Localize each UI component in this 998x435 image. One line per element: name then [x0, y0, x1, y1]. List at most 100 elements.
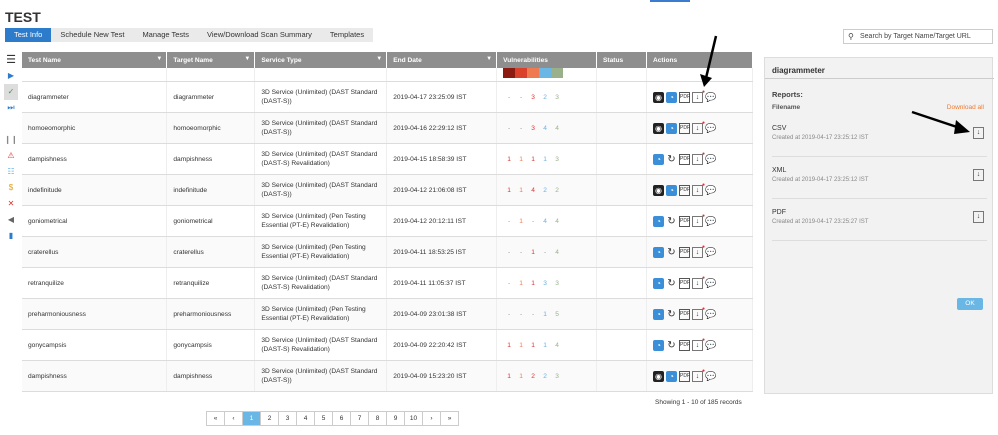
table-row[interactable]: goniometrical goniometrical 3D Service (Un…: [22, 205, 753, 237]
table-row[interactable]: indefinitude indefinitude 3D Service (Unli…: [22, 174, 753, 206]
download-icon[interactable]: ↓ ●: [692, 182, 705, 196]
page-button[interactable]: 6: [332, 411, 351, 426]
page-button[interactable]: ›: [422, 411, 441, 426]
report-chart-icon[interactable]: ◔: [653, 339, 664, 351]
download-icon[interactable]: ↓ ●: [692, 89, 705, 103]
download-icon[interactable]: ↓ ●: [692, 337, 705, 351]
camera-icon[interactable]: ◉: [653, 184, 664, 196]
page-button[interactable]: 5: [314, 411, 333, 426]
page-button[interactable]: 3: [278, 411, 297, 426]
test-name-cell[interactable]: indefinitude: [22, 174, 168, 206]
download-icon[interactable]: ↓: [973, 211, 984, 223]
page-button[interactable]: 1: [242, 411, 261, 426]
download-icon[interactable]: ↓ ●: [692, 120, 705, 134]
table-row[interactable]: homoeomorphic homoeomorphic 3D Service (Un…: [22, 112, 753, 144]
pdf-icon[interactable]: PDF: [679, 122, 690, 134]
tab-0[interactable]: Test Info: [5, 28, 52, 42]
table-row[interactable]: preharmoniousness preharmoniousness 3D Ser…: [22, 298, 753, 330]
test-name-cell[interactable]: dampishness: [22, 143, 168, 175]
report-chart-icon[interactable]: ◔: [666, 370, 677, 382]
comment-icon[interactable]: 💬: [705, 371, 716, 382]
refresh-icon[interactable]: ↻: [666, 278, 677, 289]
page-button[interactable]: «: [206, 411, 225, 426]
pdf-icon[interactable]: PDF: [679, 339, 690, 351]
report-chart-icon[interactable]: ◔: [653, 277, 664, 289]
test-name-cell[interactable]: retranquilize: [22, 267, 168, 299]
column-header[interactable]: End Date ▼: [386, 52, 498, 68]
download-icon[interactable]: ↓ ●: [692, 213, 705, 227]
sort-arrow-icon[interactable]: ▼: [156, 56, 162, 62]
download-icon[interactable]: ↓: [973, 169, 984, 181]
report-chart-icon[interactable]: ◔: [666, 184, 677, 196]
column-header[interactable]: Target Name ▼: [166, 52, 256, 68]
cancel-icon[interactable]: ✕: [4, 196, 18, 212]
tab-2[interactable]: Manage Tests: [133, 28, 198, 42]
comment-icon[interactable]: 💬: [705, 123, 716, 134]
skip-icon[interactable]: ⏭: [4, 100, 18, 116]
menu-icon[interactable]: ☰: [4, 52, 18, 68]
column-header[interactable]: Status: [596, 52, 647, 68]
test-name-cell[interactable]: gonycampsis: [22, 329, 168, 361]
comment-icon[interactable]: 💬: [705, 247, 716, 258]
document-icon[interactable]: ▮: [4, 228, 18, 244]
ok-button[interactable]: OK: [957, 298, 983, 310]
check-icon[interactable]: ✓: [4, 84, 18, 100]
comment-icon[interactable]: 💬: [705, 340, 716, 351]
pdf-icon[interactable]: PDF: [679, 277, 690, 289]
refresh-icon[interactable]: ↻: [666, 247, 677, 258]
page-button[interactable]: »: [440, 411, 459, 426]
report-chart-icon[interactable]: ◔: [653, 308, 664, 320]
page-button[interactable]: 7: [350, 411, 369, 426]
table-row[interactable]: dampishness dampishness 3D Service (Unlimi…: [22, 360, 753, 392]
test-name-cell[interactable]: preharmoniousness: [22, 298, 168, 330]
refresh-icon[interactable]: ↻: [666, 309, 677, 320]
pause-icon[interactable]: ❙❙: [4, 132, 18, 148]
warning-icon[interactable]: ⚠: [4, 148, 18, 164]
table-row[interactable]: craterellus craterellus 3D Service (Unlimi…: [22, 236, 753, 268]
sort-arrow-icon[interactable]: ▼: [376, 56, 382, 62]
report-chart-icon[interactable]: ◔: [653, 246, 664, 258]
play-icon[interactable]: ▶: [4, 68, 18, 84]
comment-icon[interactable]: 💬: [705, 185, 716, 196]
camera-icon[interactable]: ◉: [653, 91, 664, 103]
table-row[interactable]: diagrammeter diagrammeter 3D Service (Unli…: [22, 81, 753, 113]
page-button[interactable]: 4: [296, 411, 315, 426]
report-chart-icon[interactable]: ◔: [653, 153, 664, 165]
comment-icon[interactable]: 💬: [705, 278, 716, 289]
comment-icon[interactable]: 💬: [705, 216, 716, 227]
tab-1[interactable]: Schedule New Test: [51, 28, 133, 42]
sort-arrow-icon[interactable]: ▼: [244, 56, 250, 62]
page-button[interactable]: ‹: [224, 411, 243, 426]
volume-icon[interactable]: ◀: [4, 212, 18, 228]
download-icon[interactable]: ↓ ●: [692, 151, 705, 165]
column-header[interactable]: Test Name ▼: [22, 52, 168, 68]
comment-icon[interactable]: 💬: [705, 154, 716, 165]
test-name-cell[interactable]: goniometrical: [22, 205, 168, 237]
comment-icon[interactable]: 💬: [705, 309, 716, 320]
download-icon[interactable]: ↓: [973, 127, 984, 139]
pdf-icon[interactable]: PDF: [679, 308, 690, 320]
pdf-icon[interactable]: PDF: [679, 370, 690, 382]
test-name-cell[interactable]: craterellus: [22, 236, 168, 268]
camera-icon[interactable]: ◉: [653, 370, 664, 382]
test-name-cell[interactable]: homoeomorphic: [22, 112, 168, 144]
test-name-cell[interactable]: diagrammeter: [22, 81, 168, 113]
camera-icon[interactable]: ◉: [653, 122, 664, 134]
dollar-icon[interactable]: $: [4, 180, 18, 196]
refresh-icon[interactable]: ↻: [666, 154, 677, 165]
search-input[interactable]: ⚲ Search by Target Name/Target URL: [843, 29, 993, 44]
table-row[interactable]: dampishness dampishness 3D Service (Unlimi…: [22, 143, 753, 175]
report-chart-icon[interactable]: ◔: [653, 215, 664, 227]
column-header[interactable]: Service Type ▼: [254, 52, 388, 68]
report-chart-icon[interactable]: ◔: [666, 122, 677, 134]
pdf-icon[interactable]: PDF: [679, 153, 690, 165]
page-button[interactable]: 8: [368, 411, 387, 426]
pdf-icon[interactable]: PDF: [679, 91, 690, 103]
report-chart-icon[interactable]: ◔: [666, 91, 677, 103]
page-button[interactable]: 2: [260, 411, 279, 426]
table-row[interactable]: gonycampsis gonycampsis 3D Service (Unlimi…: [22, 329, 753, 361]
filter-icon[interactable]: ☷: [4, 164, 18, 180]
column-header[interactable]: Vulnerabilities: [496, 52, 598, 68]
download-icon[interactable]: ↓ ●: [692, 306, 705, 320]
pdf-icon[interactable]: PDF: [679, 184, 690, 196]
